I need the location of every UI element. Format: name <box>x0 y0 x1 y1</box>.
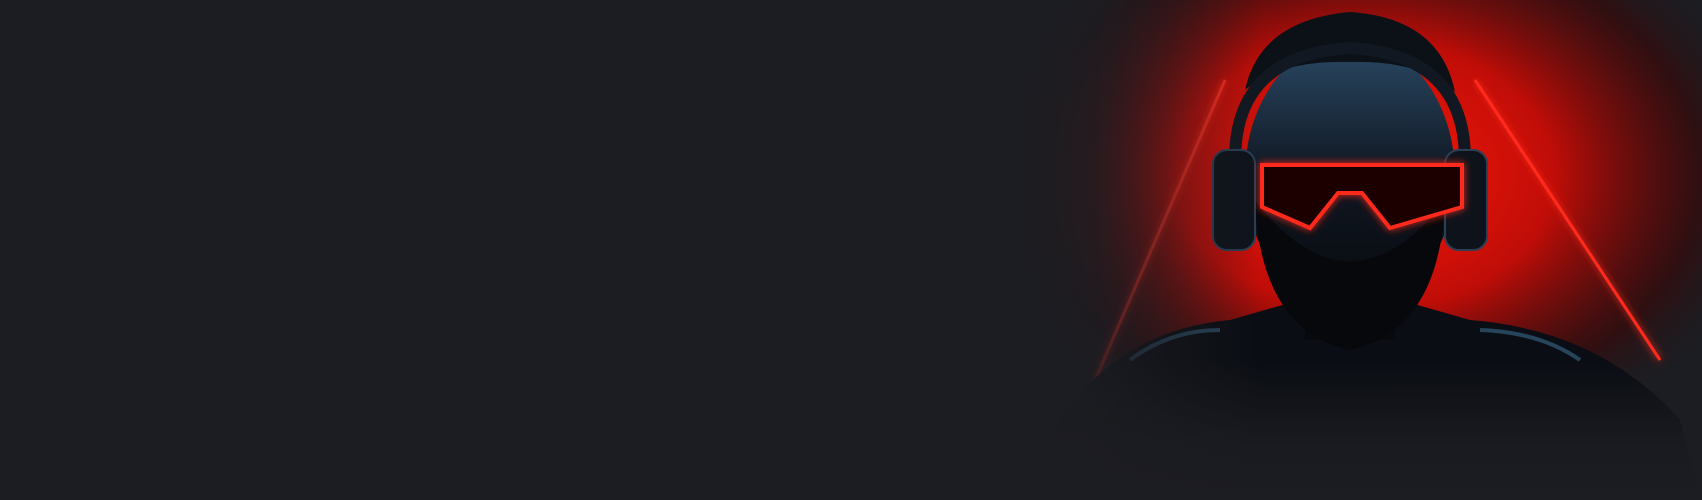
hero-banner <box>0 0 1702 500</box>
neon-visor-avatar-icon <box>1000 0 1702 500</box>
hero-illustration <box>1000 0 1702 500</box>
